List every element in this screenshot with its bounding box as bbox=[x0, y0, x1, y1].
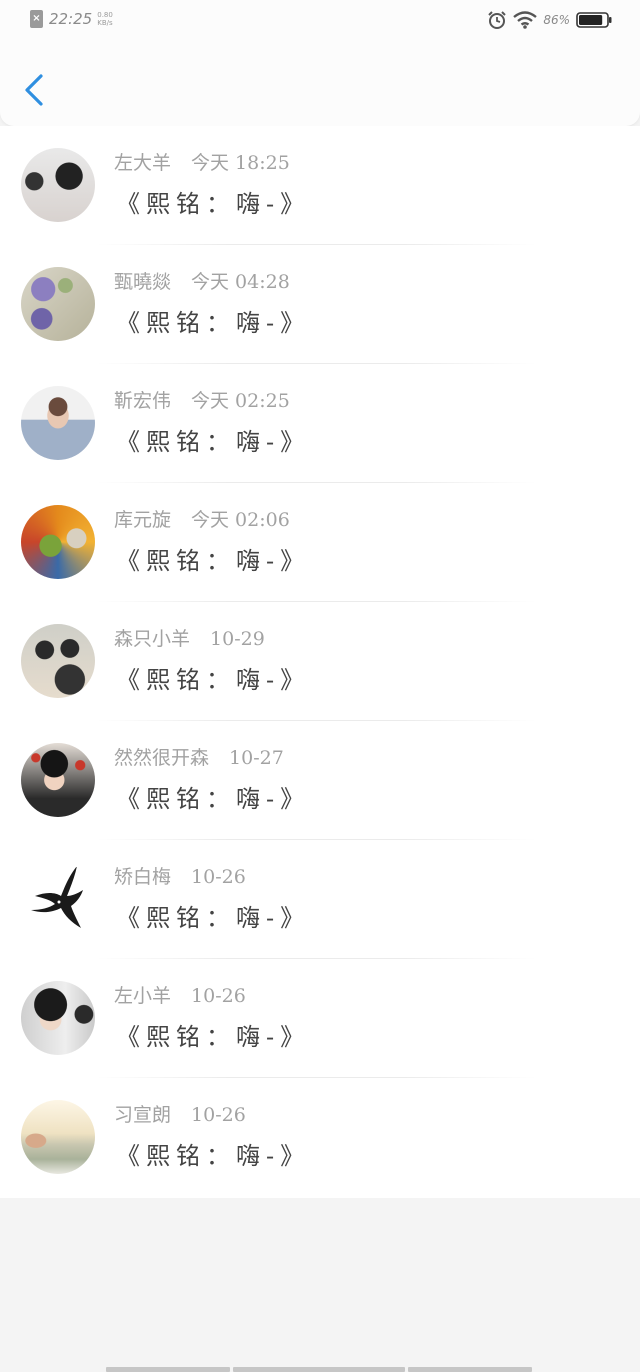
network-speed-unit: KB/s bbox=[97, 19, 113, 27]
alarm-icon bbox=[487, 10, 507, 30]
network-speed: 0.80 KB/s bbox=[97, 11, 113, 27]
contact-meta: 矫白梅 10-26 bbox=[114, 862, 246, 889]
list-item[interactable]: 甄曉燚 今天 04:28 《熙铭：嗨-》 bbox=[0, 245, 640, 364]
contact-meta: 习宣朗 10-26 bbox=[114, 1100, 246, 1127]
avatar bbox=[21, 148, 95, 222]
avatar bbox=[21, 981, 95, 1055]
avatar bbox=[21, 862, 95, 936]
back-button[interactable] bbox=[16, 70, 52, 110]
message-preview: 《熙铭：嗨-》 bbox=[116, 1142, 311, 1170]
contact-name: 左小羊 bbox=[114, 985, 172, 1007]
chevron-left-icon bbox=[25, 74, 43, 106]
contact-meta: 左小羊 10-26 bbox=[114, 981, 246, 1008]
contact-name: 库元旋 bbox=[114, 509, 172, 531]
message-preview: 《熙铭：嗨-》 bbox=[116, 309, 311, 337]
contact-name: 然然很开森 bbox=[114, 747, 210, 769]
message-time: 10-29 bbox=[210, 628, 265, 650]
avatar bbox=[21, 386, 95, 460]
battery-icon bbox=[576, 12, 612, 28]
message-time: 10-27 bbox=[229, 747, 284, 769]
contact-meta: 甄曉燚 今天 04:28 bbox=[114, 267, 290, 294]
list-item[interactable]: 库元旋 今天 02:06 《熙铭：嗨-》 bbox=[0, 483, 640, 602]
swallow-bird-image bbox=[31, 866, 83, 928]
message-preview: 《熙铭：嗨-》 bbox=[116, 666, 311, 694]
contact-meta: 靳宏伟 今天 02:25 bbox=[114, 386, 290, 413]
message-time: 10-26 bbox=[191, 1104, 246, 1126]
contact-meta: 库元旋 今天 02:06 bbox=[114, 505, 290, 532]
message-time: 今天 18:25 bbox=[191, 152, 290, 174]
message-time: 10-26 bbox=[191, 985, 246, 1007]
message-preview: 《熙铭：嗨-》 bbox=[116, 547, 311, 575]
list-item[interactable]: 矫白梅 10-26 《熙铭：嗨-》 bbox=[0, 840, 640, 959]
list-item[interactable]: 左大羊 今天 18:25 《熙铭：嗨-》 bbox=[0, 126, 640, 245]
contact-name: 左大羊 bbox=[114, 152, 172, 174]
message-preview: 《熙铭：嗨-》 bbox=[116, 190, 311, 218]
top-bar: × 22:25 0.80 KB/s 86% bbox=[0, 0, 640, 126]
message-preview: 《熙铭：嗨-》 bbox=[116, 785, 311, 813]
message-preview: 《熙铭：嗨-》 bbox=[116, 1023, 311, 1051]
avatar bbox=[21, 743, 95, 817]
contact-meta: 左大羊 今天 18:25 bbox=[114, 148, 290, 175]
battery-percent: 86% bbox=[543, 13, 570, 27]
contact-name: 靳宏伟 bbox=[114, 390, 172, 412]
wifi-icon bbox=[513, 11, 538, 29]
list-item[interactable]: 靳宏伟 今天 02:25 《熙铭：嗨-》 bbox=[0, 364, 640, 483]
status-time: 22:25 bbox=[49, 10, 93, 28]
message-list: 左大羊 今天 18:25 《熙铭：嗨-》 甄曉燚 今天 04:28 《熙铭：嗨-》 … bbox=[0, 126, 640, 1198]
message-time: 今天 02:25 bbox=[191, 390, 290, 412]
list-item[interactable]: 左小羊 10-26 《熙铭：嗨-》 bbox=[0, 959, 640, 1078]
avatar bbox=[21, 267, 95, 341]
contact-name: 矫白梅 bbox=[114, 866, 172, 888]
list-item[interactable]: 然然很开森 10-27 《熙铭：嗨-》 bbox=[0, 721, 640, 840]
message-preview: 《熙铭：嗨-》 bbox=[116, 428, 311, 456]
contact-name: 甄曉燚 bbox=[114, 271, 172, 293]
message-preview: 《熙铭：嗨-》 bbox=[116, 904, 311, 932]
list-item[interactable]: 习宣朗 10-26 《熙铭：嗨-》 bbox=[0, 1078, 640, 1197]
message-time: 10-26 bbox=[191, 866, 246, 888]
nav-bar-segment-left bbox=[106, 1367, 230, 1372]
avatar bbox=[21, 624, 95, 698]
message-time: 今天 04:28 bbox=[191, 271, 290, 293]
network-speed-value: 0.80 bbox=[97, 11, 113, 19]
contact-name: 森只小羊 bbox=[114, 628, 191, 650]
avatar bbox=[21, 1100, 95, 1174]
contact-meta: 然然很开森 10-27 bbox=[114, 743, 284, 770]
contact-name: 习宣朗 bbox=[114, 1104, 172, 1126]
message-time: 今天 02:06 bbox=[191, 509, 290, 531]
status-bar: × 22:25 0.80 KB/s 86% bbox=[0, 0, 640, 42]
list-item[interactable]: 森只小羊 10-29 《熙铭：嗨-》 bbox=[0, 602, 640, 721]
no-sim-icon: × bbox=[30, 10, 43, 28]
contact-meta: 森只小羊 10-29 bbox=[114, 624, 265, 651]
nav-bar-segment-right bbox=[408, 1367, 532, 1372]
avatar bbox=[21, 505, 95, 579]
nav-bar-segment-center bbox=[233, 1367, 405, 1372]
